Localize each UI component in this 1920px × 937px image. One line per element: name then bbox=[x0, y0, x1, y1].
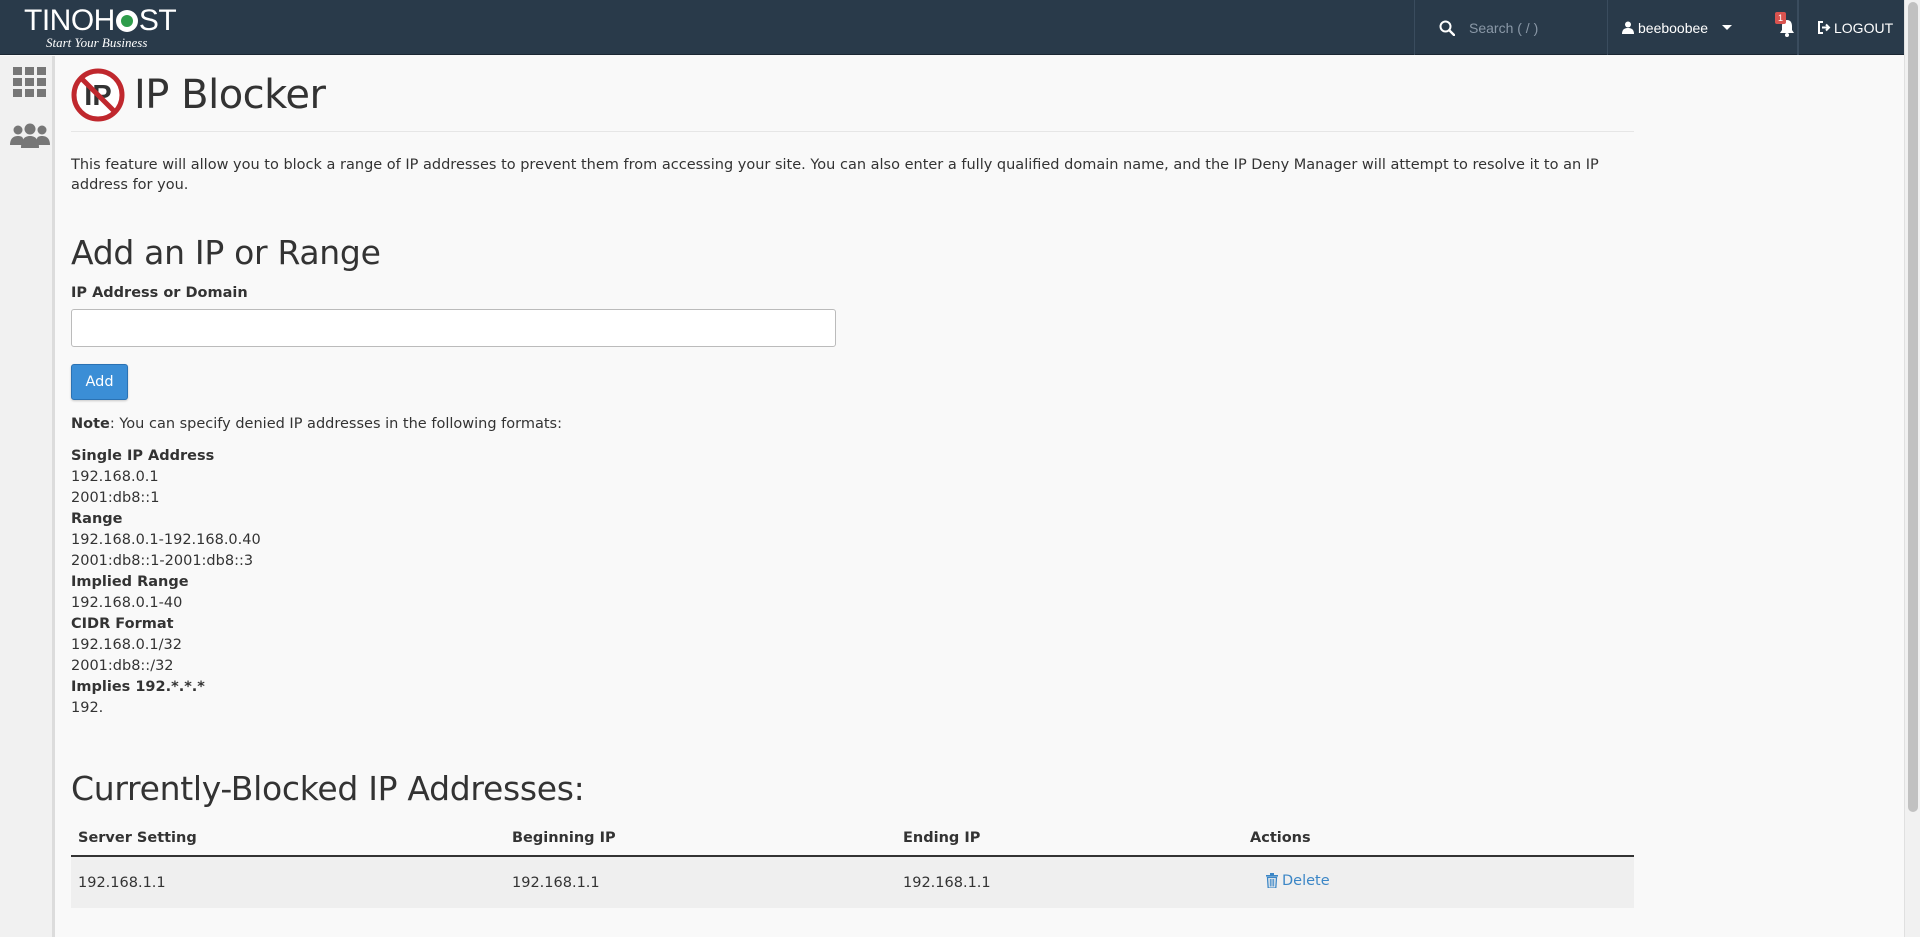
chevron-down-icon bbox=[1722, 25, 1733, 30]
format-heading: Implied Range bbox=[71, 574, 189, 590]
logo-globe-icon bbox=[115, 10, 138, 32]
cell-beginning-ip: 192.168.1.1 bbox=[505, 856, 896, 908]
ip-field-label: IP Address or Domain bbox=[71, 285, 248, 301]
format-heading: Implies 192.*.*.* bbox=[71, 679, 205, 695]
ip-blocker-icon: IP bbox=[71, 68, 125, 122]
blocked-ips-table: Server Setting Beginning IP Ending IP Ac… bbox=[71, 820, 1634, 908]
top-navbar: TINOH ST Start Your Business Search ( / )… bbox=[0, 0, 1904, 55]
format-example: 2001:db8::1-2001:db8::3 bbox=[71, 553, 254, 569]
logo-wordmark: TINOH ST bbox=[24, 4, 177, 37]
blocked-ips-heading: Currently-Blocked IP Addresses: bbox=[71, 769, 585, 808]
grid-icon bbox=[12, 67, 46, 97]
format-example: 192.168.0.1-40 bbox=[71, 595, 183, 611]
delete-link[interactable]: Delete bbox=[1266, 873, 1330, 889]
page-scrollbar[interactable] bbox=[1904, 0, 1920, 937]
add-ip-heading: Add an IP or Range bbox=[71, 233, 381, 272]
notifications-button[interactable] bbox=[1759, 0, 1815, 55]
table-header-row: Server Setting Beginning IP Ending IP Ac… bbox=[71, 820, 1634, 857]
scrollbar-thumb[interactable] bbox=[1908, 2, 1918, 812]
format-heading: CIDR Format bbox=[71, 616, 174, 632]
user-icon bbox=[1622, 21, 1634, 34]
column-header-actions: Actions bbox=[1243, 820, 1634, 857]
search-box[interactable]: Search ( / ) bbox=[1415, 0, 1607, 55]
cell-actions: Delete bbox=[1243, 856, 1634, 908]
format-example: 192.168.0.1-192.168.0.40 bbox=[71, 532, 261, 548]
format-example: 2001:db8::1 bbox=[71, 490, 160, 506]
apps-grid-button[interactable] bbox=[12, 66, 46, 98]
logout-icon bbox=[1818, 21, 1831, 34]
note-text: : You can specify denied IP addresses in… bbox=[109, 416, 562, 432]
ip-address-input[interactable] bbox=[71, 309, 836, 347]
format-heading: Range bbox=[71, 511, 123, 527]
logout-label: LOGOUT bbox=[1834, 19, 1894, 36]
column-header-ending-ip[interactable]: Ending IP bbox=[896, 820, 1243, 857]
left-sidebar bbox=[0, 56, 55, 937]
main-content: IP IP Blocker This feature will allow yo… bbox=[71, 56, 1634, 908]
users-icon bbox=[10, 123, 50, 148]
search-icon bbox=[1439, 20, 1455, 36]
format-heading: Single IP Address bbox=[71, 448, 215, 464]
ip-format-list: Single IP Address 192.168.0.1 2001:db8::… bbox=[71, 446, 261, 719]
column-header-beginning-ip[interactable]: Beginning IP bbox=[505, 820, 896, 857]
column-header-server-setting[interactable]: Server Setting bbox=[71, 820, 505, 857]
page-header: IP IP Blocker bbox=[71, 56, 1634, 132]
cell-server-setting: 192.168.1.1 bbox=[71, 856, 505, 908]
table-row: 192.168.1.1 192.168.1.1 192.168.1.1 Dele… bbox=[71, 856, 1634, 908]
users-button[interactable] bbox=[10, 120, 50, 152]
page-description: This feature will allow you to block a r… bbox=[71, 157, 1599, 193]
format-note: Note: You can specify denied IP addresse… bbox=[71, 416, 562, 432]
logo-tagline: Start Your Business bbox=[46, 35, 148, 50]
add-button[interactable]: Add bbox=[71, 364, 128, 400]
format-example: 192.168.0.1/32 bbox=[71, 637, 182, 653]
format-example: 192. bbox=[71, 700, 104, 716]
username: beeboobee bbox=[1638, 19, 1709, 36]
cell-ending-ip: 192.168.1.1 bbox=[896, 856, 1243, 908]
search-input[interactable]: Search ( / ) bbox=[1469, 20, 1538, 36]
delete-label: Delete bbox=[1282, 872, 1330, 889]
format-example: 2001:db8::/32 bbox=[71, 658, 174, 674]
page-title: IP Blocker bbox=[134, 72, 326, 118]
format-example: 192.168.0.1 bbox=[71, 469, 159, 485]
divider bbox=[1797, 0, 1798, 55]
trash-icon bbox=[1266, 873, 1278, 889]
note-label: Note bbox=[71, 416, 110, 432]
notification-badge: 1 bbox=[1775, 12, 1787, 24]
logout-button[interactable]: LOGOUT bbox=[1815, 0, 1904, 55]
brand-logo[interactable]: TINOH ST Start Your Business bbox=[24, 4, 177, 50]
